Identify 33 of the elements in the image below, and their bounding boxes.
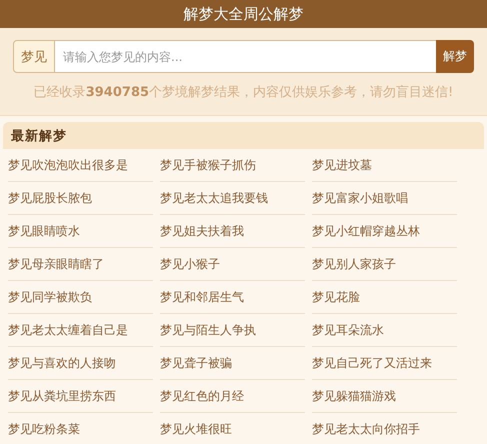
dream-link[interactable]: 梦见吹泡泡吹出很多是	[8, 149, 153, 182]
page-title: 解梦大全周公解梦	[184, 4, 304, 24]
dream-link[interactable]: 梦见别人家孩子	[312, 248, 457, 281]
dream-link[interactable]: 梦见姐夫扶着我	[160, 215, 305, 248]
dream-link[interactable]: 梦见火堆很旺	[160, 413, 305, 444]
dream-link[interactable]: 梦见富家小姐歌唱	[312, 182, 457, 215]
dream-link[interactable]: 梦见老太太缠着自己是	[8, 314, 153, 347]
dream-link[interactable]: 梦见花脸	[312, 281, 457, 314]
dream-link[interactable]: 梦见小红帽穿越丛林	[312, 215, 457, 248]
dream-link[interactable]: 梦见手被猴子抓伤	[160, 149, 305, 182]
dream-link[interactable]: 梦见进坟墓	[312, 149, 457, 182]
dream-link[interactable]: 梦见同学被欺负	[8, 281, 153, 314]
dream-link[interactable]: 梦见与喜欢的人接吻	[8, 347, 153, 380]
dream-link[interactable]: 梦见聋子被骗	[160, 347, 305, 380]
dream-link[interactable]: 梦见老太太追我要钱	[160, 182, 305, 215]
dream-link[interactable]: 梦见与陌生人争执	[160, 314, 305, 347]
search-button[interactable]: 解梦	[436, 40, 474, 73]
dream-link[interactable]: 梦见老太太向你招手	[312, 413, 457, 444]
dream-link[interactable]: 梦见从粪坑里捞东西	[8, 380, 153, 413]
dream-link[interactable]: 梦见自己死了又活过来	[312, 347, 457, 380]
dream-link[interactable]: 梦见躲猫猫游戏	[312, 380, 457, 413]
dream-link[interactable]: 梦见耳朵流水	[312, 314, 457, 347]
dream-link[interactable]: 梦见红色的月经	[160, 380, 305, 413]
search-prefix-label: 梦见	[13, 40, 55, 73]
dream-link[interactable]: 梦见母亲眼睛瞎了	[8, 248, 153, 281]
dream-link[interactable]: 梦见小猴子	[160, 248, 305, 281]
dream-link[interactable]: 梦见吃粉条菜	[8, 413, 153, 444]
notice-text: 已经收录3940785个梦境解梦结果，内容仅供娱乐参考，请勿盲目迷信!	[32, 84, 454, 101]
section-title: 最新解梦	[11, 128, 67, 144]
dream-link[interactable]: 梦见屁股长脓包	[8, 182, 153, 215]
search-field[interactable]: 请输入您梦见的内容...	[55, 40, 436, 73]
dream-link[interactable]: 梦见和邻居生气	[160, 281, 305, 314]
dream-link[interactable]: 梦见眼睛喷水	[8, 215, 153, 248]
